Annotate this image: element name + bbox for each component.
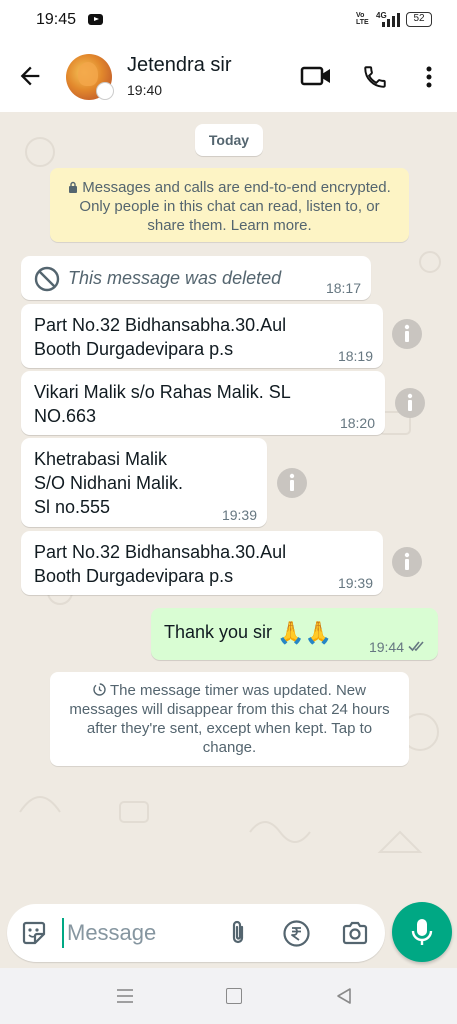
message-input[interactable] (67, 913, 217, 953)
voice-call-icon[interactable] (362, 64, 388, 90)
battery-indicator: 52 (406, 12, 432, 27)
timer-icon (93, 683, 106, 696)
chat-area[interactable]: Today Messages and calls are end-to-end … (0, 112, 457, 902)
last-seen: 19:40 (127, 82, 163, 98)
message-bubble[interactable]: Khetrabasi Malik S/O Nidhani Malik. Sl n… (21, 438, 267, 527)
message-bubble[interactable]: Part No.32 Bidhansabha.30.Aul Booth Durg… (21, 304, 383, 368)
encryption-notice[interactable]: Messages and calls are end-to-end encryp… (50, 168, 409, 242)
info-icon[interactable] (391, 546, 423, 578)
message-time: 18:20 (339, 415, 375, 431)
folded-hands-emoji: 🙏🙏 (277, 620, 332, 645)
nav-back-icon[interactable] (335, 987, 353, 1005)
message-time: 18:19 (337, 348, 373, 364)
message-time: 19:39 (337, 575, 373, 591)
encryption-notice-text: Messages and calls are end-to-end encryp… (79, 179, 391, 234)
back-arrow-icon[interactable] (16, 62, 44, 90)
message-text: This message was deleted (68, 268, 282, 288)
status-time: 19:45 (36, 11, 77, 28)
message-text: Khetrabasi Malik S/O Nidhani Malik. Sl n… (34, 449, 184, 517)
timer-notice-text: The message timer was updated. New messa… (69, 682, 390, 756)
message-text: Vikari Malik s/o Rahas Malik. SL NO.663 (34, 382, 291, 426)
youtube-notification-icon (88, 14, 103, 25)
message-text: Part No.32 Bidhansabha.30.Aul Booth Durg… (34, 315, 287, 359)
info-icon[interactable] (394, 387, 426, 419)
signal-icon (378, 13, 400, 27)
mic-icon (411, 919, 433, 945)
message-time: 19:39 (221, 507, 257, 523)
text-cursor (62, 918, 64, 948)
contact-name[interactable]: Jetendra sir (127, 54, 232, 77)
home-icon[interactable] (226, 988, 242, 1004)
message-bubble-deleted[interactable]: This message was deleted 18:17 (21, 256, 371, 300)
volte-indicator: Vo LTE (356, 12, 369, 26)
info-icon[interactable] (276, 467, 308, 499)
attach-icon[interactable] (226, 919, 250, 947)
chat-header: Jetendra sir 19:40 (0, 40, 457, 112)
disappearing-timer-badge (96, 82, 114, 100)
message-bubble[interactable]: Part No.32 Bidhansabha.30.Aul Booth Durg… (21, 531, 383, 595)
message-text: Thank you sir 🙏🙏 (164, 620, 332, 645)
message-bubble[interactable]: Vikari Malik s/o Rahas Malik. SL NO.663 … (21, 371, 385, 435)
timer-notice[interactable]: The message timer was updated. New messa… (50, 672, 409, 766)
lock-icon (69, 181, 78, 193)
recent-apps-icon[interactable] (116, 988, 134, 1004)
mic-button[interactable] (392, 902, 452, 962)
message-text-content: Thank you sir (164, 622, 273, 642)
video-call-icon[interactable] (300, 64, 332, 88)
date-chip: Today (195, 124, 263, 156)
more-options-icon[interactable] (420, 64, 438, 90)
double-check-icon (408, 641, 424, 652)
message-time: 19:44 (368, 639, 404, 655)
message-bubble-outgoing[interactable]: Thank you sir 🙏🙏 19:44 (151, 608, 438, 660)
message-time: 18:17 (325, 280, 361, 296)
message-text: Part No.32 Bidhansabha.30.Aul Booth Durg… (34, 542, 287, 586)
status-bar: 19:45 Vo LTE 4G 52 (0, 0, 457, 40)
rupee-icon[interactable] (283, 920, 310, 947)
system-nav-bar (0, 968, 457, 1024)
info-icon[interactable] (391, 318, 423, 350)
sticker-icon[interactable] (20, 919, 48, 947)
deleted-icon (34, 266, 60, 292)
camera-icon[interactable] (341, 920, 369, 946)
message-composer (7, 904, 385, 962)
